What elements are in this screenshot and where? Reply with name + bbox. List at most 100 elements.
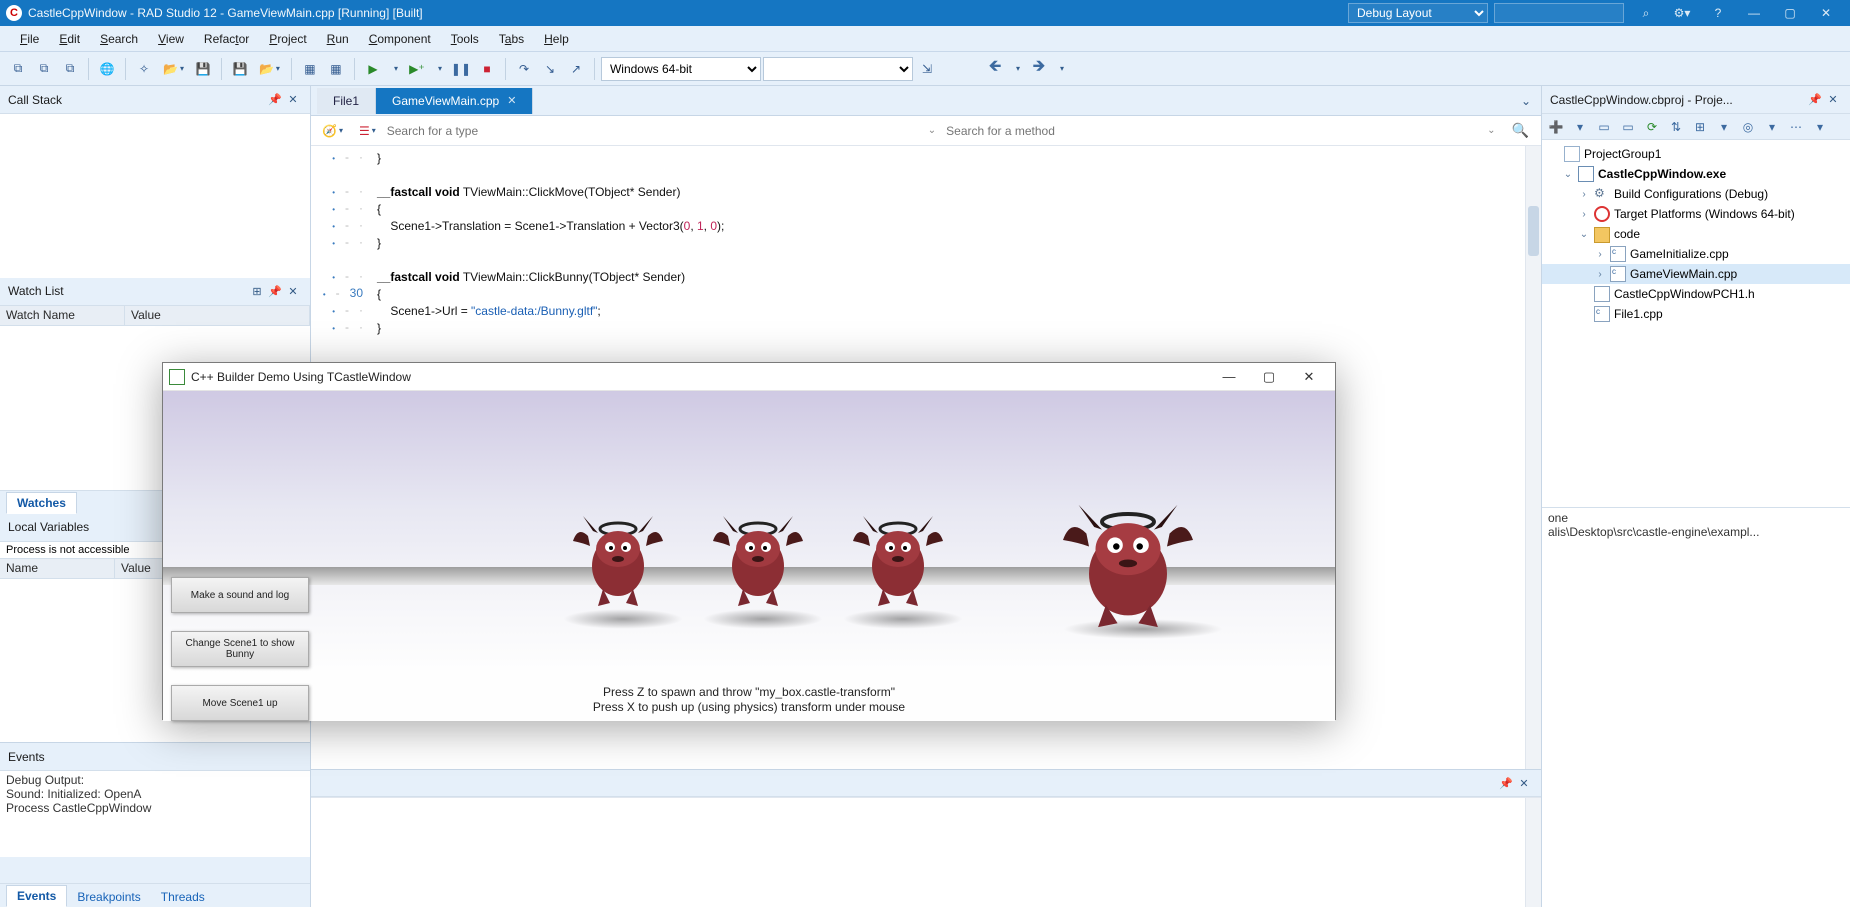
game-btn-bunny[interactable]: Change Scene1 to show Bunny <box>171 631 309 667</box>
tab-threads[interactable]: Threads <box>151 887 215 907</box>
open-project-icon[interactable]: 📂 <box>254 57 285 81</box>
settings-icon[interactable]: ⚙▾ <box>1664 0 1700 26</box>
unit-icon[interactable]: ▦ <box>324 57 348 81</box>
node-pch[interactable]: CastleCppWindowPCH1.h <box>1614 287 1755 301</box>
col-watch-name[interactable]: Watch Name <box>0 306 125 325</box>
menu-help[interactable]: Help <box>534 27 579 51</box>
node-target[interactable]: Target Platforms (Windows 64-bit) <box>1614 207 1795 221</box>
watch-tool-icon[interactable]: ⊞ <box>248 285 266 298</box>
search-icon[interactable]: ⌕ <box>1628 0 1664 26</box>
runwin-viewport[interactable]: Make a sound and log Change Scene1 to sh… <box>163 391 1335 721</box>
editor-tabs-menu-icon[interactable]: ⌄ <box>1511 94 1541 108</box>
project-tree[interactable]: ProjectGroup1 ⌄CastleCppWindow.exe ›⚙Bui… <box>1542 140 1850 507</box>
save-all-icon[interactable]: 💾 <box>228 57 252 81</box>
add-drop[interactable]: ▾ <box>1570 117 1590 137</box>
clipboard-icon[interactable]: ⧉ <box>58 57 82 81</box>
col-watch-value[interactable]: Value <box>125 306 310 325</box>
menu-refactor[interactable]: Refactor <box>194 27 259 51</box>
menu-search[interactable]: Search <box>90 27 148 51</box>
more-icon[interactable]: ⋯ <box>1786 117 1806 137</box>
view-icon[interactable]: ▭ <box>1618 117 1638 137</box>
copy-icon[interactable]: ⧉ <box>6 57 30 81</box>
menu-component[interactable]: Component <box>359 27 441 51</box>
globe-icon[interactable]: 🌐 <box>95 57 119 81</box>
menu-tools[interactable]: Tools <box>441 27 489 51</box>
run-icon[interactable]: ▶ <box>361 57 385 81</box>
nav-fwd-drop[interactable] <box>1053 57 1069 81</box>
platform-combo[interactable]: Windows 64-bit <box>601 57 761 81</box>
run-nodebug-icon[interactable]: ▶⁺ <box>405 57 429 81</box>
chevron-down-icon[interactable]: ⌄ <box>924 125 940 136</box>
stop-icon[interactable]: ■ <box>475 57 499 81</box>
pin-icon[interactable]: 📌 <box>266 285 284 298</box>
open-icon[interactable]: 📂 <box>158 57 189 81</box>
deploy-icon[interactable]: ⇲ <box>915 57 939 81</box>
remove-icon[interactable]: ▭ <box>1594 117 1614 137</box>
ide-search-input[interactable] <box>1494 3 1624 23</box>
menu-view[interactable]: View <box>148 27 194 51</box>
nav-back-drop[interactable] <box>1009 57 1025 81</box>
step-out-icon[interactable]: ↗ <box>564 57 588 81</box>
nav-back-icon[interactable]: 🡸 <box>983 57 1007 81</box>
close-pane-icon[interactable]: ✕ <box>1515 777 1533 790</box>
more-drop[interactable]: ▾ <box>1810 117 1830 137</box>
close-tab-icon[interactable]: ✕ <box>507 94 516 107</box>
runwin-maximize[interactable]: ▢ <box>1249 369 1289 385</box>
tab-watches[interactable]: Watches <box>6 492 77 514</box>
node-file1[interactable]: File1.cpp <box>1614 307 1663 321</box>
run-drop-icon[interactable] <box>387 57 403 81</box>
form-icon[interactable]: ▦ <box>298 57 322 81</box>
minimize-button[interactable]: — <box>1736 0 1772 26</box>
events-scrollbar[interactable] <box>1525 798 1541 907</box>
menu-file[interactable]: File <box>10 27 49 51</box>
node-projectgroup[interactable]: ProjectGroup1 <box>1584 147 1661 161</box>
editor-tab-file1[interactable]: File1 <box>317 88 376 114</box>
save-icon[interactable]: 💾 <box>191 57 215 81</box>
target-drop[interactable]: ▾ <box>1762 117 1782 137</box>
help-icon[interactable]: ? <box>1700 0 1736 26</box>
search-type-input[interactable] <box>387 124 918 138</box>
add-icon[interactable]: ➕ <box>1546 117 1566 137</box>
search-method-input[interactable] <box>946 124 1477 138</box>
runwin-close[interactable]: ✕ <box>1289 369 1329 385</box>
new-file-icon[interactable]: ✧ <box>132 57 156 81</box>
tab-breakpoints[interactable]: Breakpoints <box>67 887 150 907</box>
search-icon[interactable]: 🔍 <box>1506 122 1535 139</box>
close-pane-icon[interactable]: ✕ <box>284 93 302 106</box>
pin-icon[interactable]: 📌 <box>266 93 284 106</box>
refresh-icon[interactable]: ⟳ <box>1642 117 1662 137</box>
filter-icon[interactable]: ☰ <box>354 119 381 143</box>
target-icon[interactable]: ◎ <box>1738 117 1758 137</box>
running-app-window[interactable]: C++ Builder Demo Using TCastleWindow — ▢… <box>162 362 1336 720</box>
close-button[interactable]: ✕ <box>1808 0 1844 26</box>
pause-icon[interactable]: ❚❚ <box>449 57 473 81</box>
menu-tabs[interactable]: Tabs <box>489 27 534 51</box>
pin-icon[interactable]: 📌 <box>1497 777 1515 790</box>
maximize-button[interactable]: ▢ <box>1772 0 1808 26</box>
node-gameinit[interactable]: GameInitialize.cpp <box>1630 247 1729 261</box>
editor-scrollbar[interactable] <box>1525 146 1541 769</box>
paste-icon[interactable]: ⧉ <box>32 57 56 81</box>
node-gameviewmain[interactable]: GameViewMain.cpp <box>1630 267 1737 281</box>
layout-combo[interactable]: Debug Layout <box>1348 3 1488 23</box>
runwin-minimize[interactable]: — <box>1209 369 1249 384</box>
step-over-icon[interactable]: ↷ <box>512 57 536 81</box>
filter-drop[interactable]: ▾ <box>1714 117 1734 137</box>
node-exe[interactable]: CastleCppWindow.exe <box>1598 167 1726 181</box>
menu-edit[interactable]: Edit <box>49 27 90 51</box>
col-name[interactable]: Name <box>0 559 115 578</box>
close-pane-icon[interactable]: ✕ <box>284 285 302 298</box>
tab-events[interactable]: Events <box>6 885 67 907</box>
device-combo[interactable] <box>763 57 913 81</box>
pin-icon[interactable]: 📌 <box>1806 93 1824 106</box>
expand-icon[interactable]: ⊞ <box>1690 117 1710 137</box>
nav-fwd-icon[interactable]: 🡺 <box>1027 57 1051 81</box>
editor-tab-active[interactable]: GameViewMain.cpp ✕ <box>376 88 533 114</box>
run-nodebug-drop[interactable] <box>431 57 447 81</box>
navigate-icon[interactable]: 🧭 <box>317 119 348 143</box>
step-into-icon[interactable]: ↘ <box>538 57 562 81</box>
runwin-titlebar[interactable]: C++ Builder Demo Using TCastleWindow — ▢… <box>163 363 1335 391</box>
menu-run[interactable]: Run <box>317 27 359 51</box>
sync-icon[interactable]: ⇅ <box>1666 117 1686 137</box>
node-build[interactable]: Build Configurations (Debug) <box>1614 187 1768 201</box>
